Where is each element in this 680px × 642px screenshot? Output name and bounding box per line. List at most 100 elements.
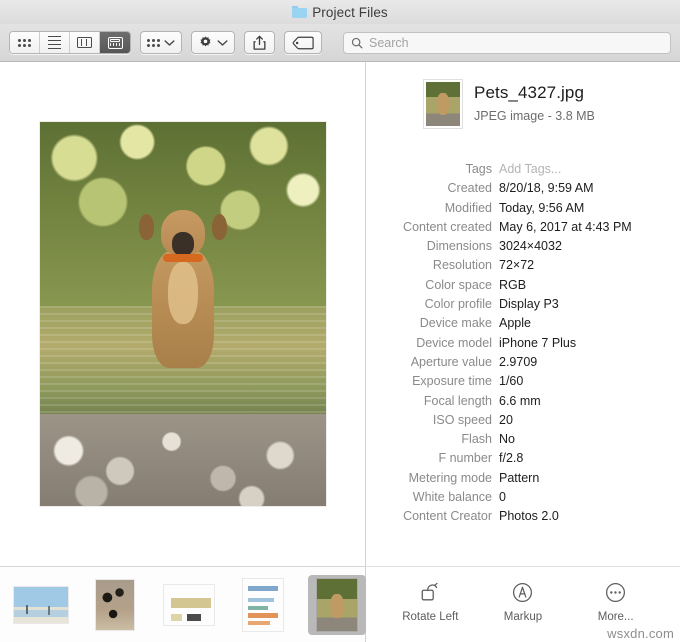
attribute-label: Content created <box>403 219 492 234</box>
thumbnail-image <box>96 579 134 630</box>
attribute-label: Color space <box>425 277 492 292</box>
thumbnail-item-flowers[interactable] <box>86 575 144 635</box>
list-icon <box>48 35 61 50</box>
markup-button[interactable]: Markup <box>481 581 565 623</box>
attribute-label: Dimensions <box>426 239 492 254</box>
file-meta: Pets_4327.jpg JPEG image - 3.8 MB <box>474 80 595 123</box>
attribute-label: Focal length <box>423 393 492 408</box>
attribute-value: Apple <box>499 316 531 331</box>
attribute-label: Device make <box>419 316 492 331</box>
attribute-value: f/2.8 <box>499 451 524 466</box>
attribute-value: 6.6 mm <box>499 393 541 408</box>
grid-small-icon <box>147 38 160 47</box>
gallery-view-button[interactable] <box>100 32 130 53</box>
attribute-label: Device model <box>416 335 492 350</box>
finder-window: Project Files Search Pets_4327.jpg JPEG … <box>0 0 680 642</box>
markup-label: Markup <box>503 610 543 623</box>
tag-button[interactable] <box>284 31 322 54</box>
attribute-label: Color profile <box>424 297 492 312</box>
attribute-row: Aperture value 2.9709 <box>376 355 670 374</box>
file-thumbnail <box>424 80 462 128</box>
attribute-row: Content created May 6, 2017 at 4:43 PM <box>376 220 670 239</box>
watermark: wsxdn.com <box>607 626 674 641</box>
attribute-row: Metering mode Pattern <box>376 471 670 490</box>
thumbnail-item-beach[interactable] <box>12 575 70 635</box>
attribute-value: iPhone 7 Plus <box>499 335 577 350</box>
attribute-value[interactable]: Add Tags... <box>499 162 561 176</box>
file-header: Pets_4327.jpg JPEG image - 3.8 MB <box>376 80 670 128</box>
thumbnail-item-pets-selected[interactable] <box>308 574 366 635</box>
share-button[interactable] <box>244 31 275 54</box>
attribute-row: F number f/2.8 <box>376 451 670 470</box>
view-mode-segmented-control <box>9 31 131 54</box>
thumbnail-item-document-1[interactable] <box>160 575 218 635</box>
attribute-row: Created 8/20/18, 9:59 AM <box>376 181 670 200</box>
file-kind-size: JPEG image - 3.8 MB <box>474 109 595 123</box>
attribute-row: Exposure time 1/60 <box>376 374 670 393</box>
attribute-value: 3024×4032 <box>499 239 562 254</box>
attribute-label: ISO speed <box>432 412 492 427</box>
attribute-value: 8/20/18, 9:59 AM <box>499 181 594 196</box>
rotate-left-label: Rotate Left <box>402 610 459 623</box>
ellipsis-icon <box>605 581 626 605</box>
attribute-label: Exposure time <box>412 374 492 389</box>
attribute-label: Flash <box>461 432 492 447</box>
share-icon <box>253 35 266 50</box>
attribute-value: 2.9709 <box>499 354 538 369</box>
attribute-value: 72×72 <box>499 258 535 273</box>
attribute-row: Device make Apple <box>376 316 670 335</box>
attribute-row: Color space RGB <box>376 278 670 297</box>
window-title: Project Files <box>292 5 388 20</box>
attribute-label: White balance <box>412 490 492 505</box>
preview-pane <box>0 62 366 642</box>
thumbnail-strip[interactable] <box>0 566 366 642</box>
attribute-value: 0 <box>499 490 506 505</box>
attribute-row: Device model iPhone 7 Plus <box>376 336 670 355</box>
list-view-button[interactable] <box>40 32 70 53</box>
rotate-left-button[interactable]: Rotate Left <box>388 581 472 623</box>
folder-icon <box>292 6 308 18</box>
tag-icon <box>292 36 314 49</box>
preview-stage <box>0 62 365 566</box>
icon-view-button[interactable] <box>10 32 40 53</box>
group-by-button[interactable] <box>140 31 182 54</box>
grid-icon <box>18 38 31 47</box>
main-content: Pets_4327.jpg JPEG image - 3.8 MB Tags Ad… <box>0 62 680 642</box>
attribute-value: 1/60 <box>499 374 524 389</box>
attribute-value: 20 <box>499 412 513 427</box>
attribute-row: Resolution 72×72 <box>376 258 670 277</box>
preview-image[interactable] <box>38 121 327 507</box>
attribute-value: Display P3 <box>499 297 559 312</box>
search-field[interactable]: Search <box>343 31 671 54</box>
attribute-row: Flash No <box>376 432 670 451</box>
rotate-left-icon <box>419 581 441 605</box>
attribute-label: Aperture value <box>410 354 492 369</box>
attribute-value: Pattern <box>499 470 540 485</box>
attribute-row: Focal length 6.6 mm <box>376 394 670 413</box>
info-scroll-area: Pets_4327.jpg JPEG image - 3.8 MB Tags Ad… <box>366 62 680 566</box>
thumbnail-image <box>317 578 357 631</box>
attribute-list: Tags Add Tags... Created 8/20/18, 9:59 AM Mo… <box>376 162 670 529</box>
attribute-value: No <box>499 432 515 447</box>
action-bar: Rotate Left Markup More... wsxdn.com <box>366 566 680 642</box>
thumbnail-image <box>14 586 68 623</box>
search-icon <box>351 37 363 48</box>
chevron-down-icon <box>164 39 175 46</box>
file-name: Pets_4327.jpg <box>474 83 584 102</box>
attribute-value: Today, 9:56 AM <box>499 200 585 215</box>
preview-dog-subject <box>135 210 231 463</box>
attribute-label: Created <box>447 181 492 196</box>
column-view-button[interactable] <box>70 32 100 53</box>
action-menu-button[interactable] <box>191 31 235 54</box>
attribute-label: F number <box>438 451 493 466</box>
toolbar: Search <box>0 24 680 62</box>
attribute-value: Photos 2.0 <box>499 509 559 524</box>
more-button[interactable]: More... <box>574 581 658 623</box>
gear-icon <box>200 36 211 47</box>
attribute-row: Color profile Display P3 <box>376 297 670 316</box>
thumbnail-item-document-2[interactable] <box>234 575 292 635</box>
attribute-label: Content Creator <box>403 509 492 524</box>
thumbnail-image <box>243 578 283 631</box>
attribute-row: Tags Add Tags... <box>376 162 670 181</box>
attribute-value: May 6, 2017 at 4:43 PM <box>499 219 632 234</box>
